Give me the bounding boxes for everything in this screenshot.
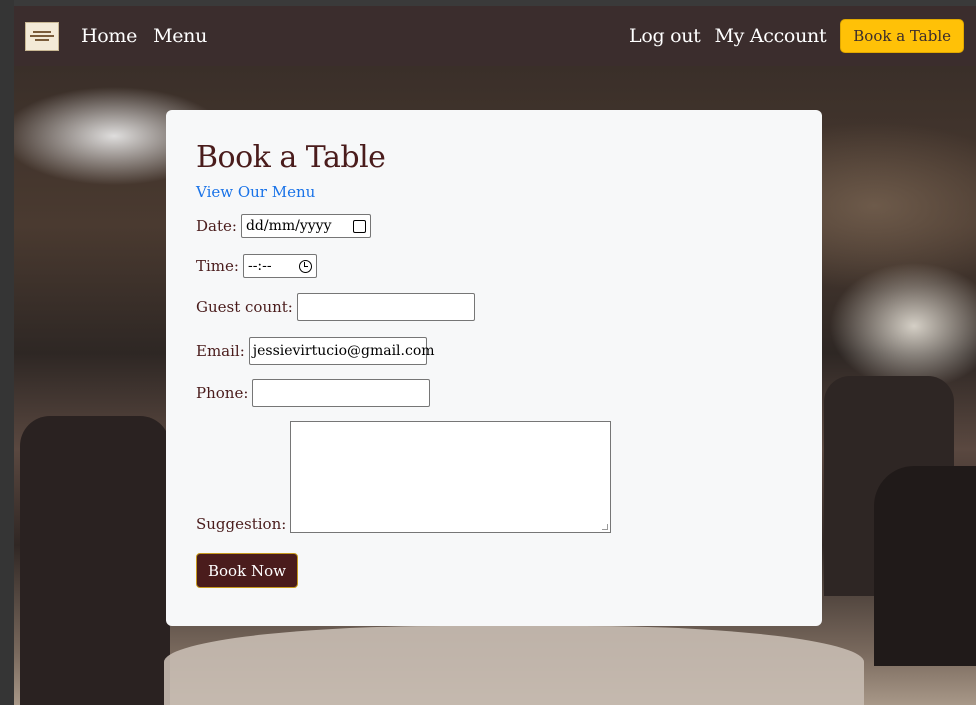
- email-row: Email: jessievirtucio@gmail.com: [196, 337, 792, 365]
- time-row: Time: --:--: [196, 254, 792, 278]
- background-table: [164, 626, 864, 705]
- top-navbar: Home Menu Log out My Account Book a Tabl…: [14, 6, 976, 66]
- book-table-nav-button[interactable]: Book a Table: [840, 19, 964, 53]
- restaurant-logo-icon[interactable]: [25, 21, 59, 51]
- booking-form-card: Book a Table View Our Menu Date: dd/mm/y…: [166, 110, 822, 626]
- suggestion-label: Suggestion:: [196, 515, 287, 533]
- nav-my-account-link[interactable]: My Account: [715, 25, 827, 47]
- nav-logout-link[interactable]: Log out: [629, 25, 701, 47]
- email-input[interactable]: jessievirtucio@gmail.com: [248, 337, 435, 365]
- guest-count-label: Guest count:: [196, 298, 293, 316]
- time-label: Time:: [196, 257, 239, 275]
- time-value: --:--: [247, 258, 272, 274]
- email-label: Email:: [196, 342, 245, 360]
- date-row: Date: dd/mm/yyyy: [196, 214, 792, 238]
- view-menu-link[interactable]: View Our Menu: [196, 183, 315, 201]
- email-value: jessievirtucio@gmail.com: [252, 343, 435, 359]
- phone-label: Phone:: [196, 384, 249, 402]
- guest-count-input[interactable]: [296, 293, 475, 321]
- nav-left-links: Home Menu: [81, 25, 207, 47]
- clock-icon[interactable]: [298, 259, 312, 273]
- nav-right-links: Log out My Account Book a Table: [629, 19, 964, 53]
- phone-row: Phone:: [196, 379, 792, 407]
- nav-home-link[interactable]: Home: [81, 25, 137, 47]
- time-input[interactable]: --:--: [242, 254, 317, 278]
- suggestion-textarea[interactable]: [290, 421, 612, 533]
- background-chair: [874, 466, 976, 666]
- suggestion-row: Suggestion:: [196, 421, 792, 533]
- page-title: Book a Table: [196, 140, 386, 175]
- guest-row: Guest count:: [196, 293, 792, 321]
- book-now-button[interactable]: Book Now: [196, 553, 298, 588]
- nav-menu-link[interactable]: Menu: [153, 25, 207, 47]
- calendar-icon[interactable]: [352, 219, 366, 233]
- window-left-edge: [0, 0, 14, 705]
- date-input[interactable]: dd/mm/yyyy: [240, 214, 371, 238]
- date-label: Date:: [196, 217, 237, 235]
- background-chair: [20, 416, 170, 705]
- date-value: dd/mm/yyyy: [245, 218, 332, 234]
- phone-input[interactable]: [252, 379, 431, 407]
